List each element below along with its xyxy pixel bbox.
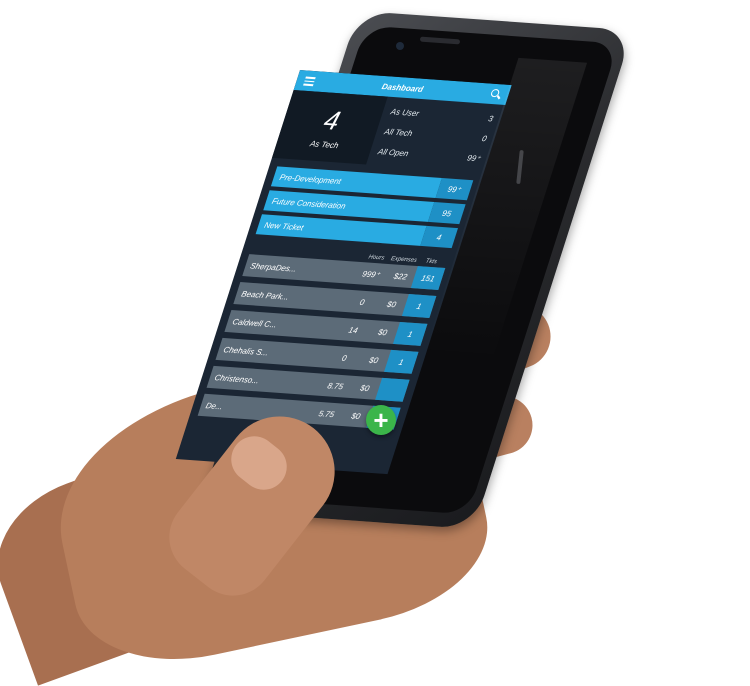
stat-label: All Tech	[383, 126, 414, 138]
column-header-expenses: Expenses	[389, 256, 418, 264]
account-tickets: 1	[401, 294, 437, 318]
phone-camera	[396, 42, 404, 50]
queue-count: 4	[420, 225, 459, 249]
account-hours: 0	[358, 297, 366, 307]
account-name: Christenso...	[213, 372, 261, 385]
search-icon[interactable]	[489, 89, 502, 100]
account-name: SherpaDes...	[249, 260, 298, 274]
account-tickets: 1	[392, 321, 428, 346]
menu-icon[interactable]	[303, 76, 316, 87]
account-expenses: $0	[385, 299, 398, 309]
account-name: Caldwell C...	[231, 316, 279, 329]
stat-value: 99⁺	[466, 152, 482, 163]
plus-icon: +	[373, 405, 389, 435]
account-expenses: $0	[368, 355, 380, 365]
account-tickets: 1	[384, 349, 419, 374]
page-title: Dashboard	[380, 81, 425, 94]
account-name: Beach Park...	[240, 288, 291, 302]
account-tickets: 151	[410, 266, 446, 291]
account-name: De...	[204, 400, 225, 411]
account-tickets	[375, 377, 410, 402]
stat-as-tech-value: 4	[320, 104, 344, 136]
queue-count: 95	[427, 201, 466, 225]
stat-all-open[interactable]: All Open 99⁺	[377, 147, 482, 163]
stat-label: As User	[389, 106, 421, 118]
stat-all-tech[interactable]: All Tech 0	[383, 127, 488, 143]
stat-as-user[interactable]: As User 3	[390, 107, 495, 123]
account-expenses: $22	[392, 271, 409, 282]
stat-value: 0	[480, 133, 489, 143]
account-hours: 0	[340, 353, 349, 363]
queue-count: 99⁺	[435, 178, 474, 201]
stat-value: 3	[487, 113, 495, 123]
account-hours: 5.75	[317, 408, 336, 419]
account-hours: 999⁺	[361, 268, 382, 280]
account-name: Chehalis S...	[222, 344, 270, 357]
stat-label: All Open	[376, 146, 410, 158]
account-expenses: $0	[359, 383, 371, 393]
queue-list: Pre-Development 99⁺ Future Consideration…	[246, 158, 484, 255]
column-header-tickets: Tkts	[424, 258, 438, 266]
add-ticket-button[interactable]: +	[366, 405, 396, 435]
account-hours: 14	[347, 325, 360, 335]
account-expenses: $0	[376, 327, 389, 337]
account-hours: 8.75	[326, 380, 345, 391]
stat-as-tech-label: As Tech	[308, 139, 340, 151]
column-header-hours: Hours	[367, 254, 386, 262]
